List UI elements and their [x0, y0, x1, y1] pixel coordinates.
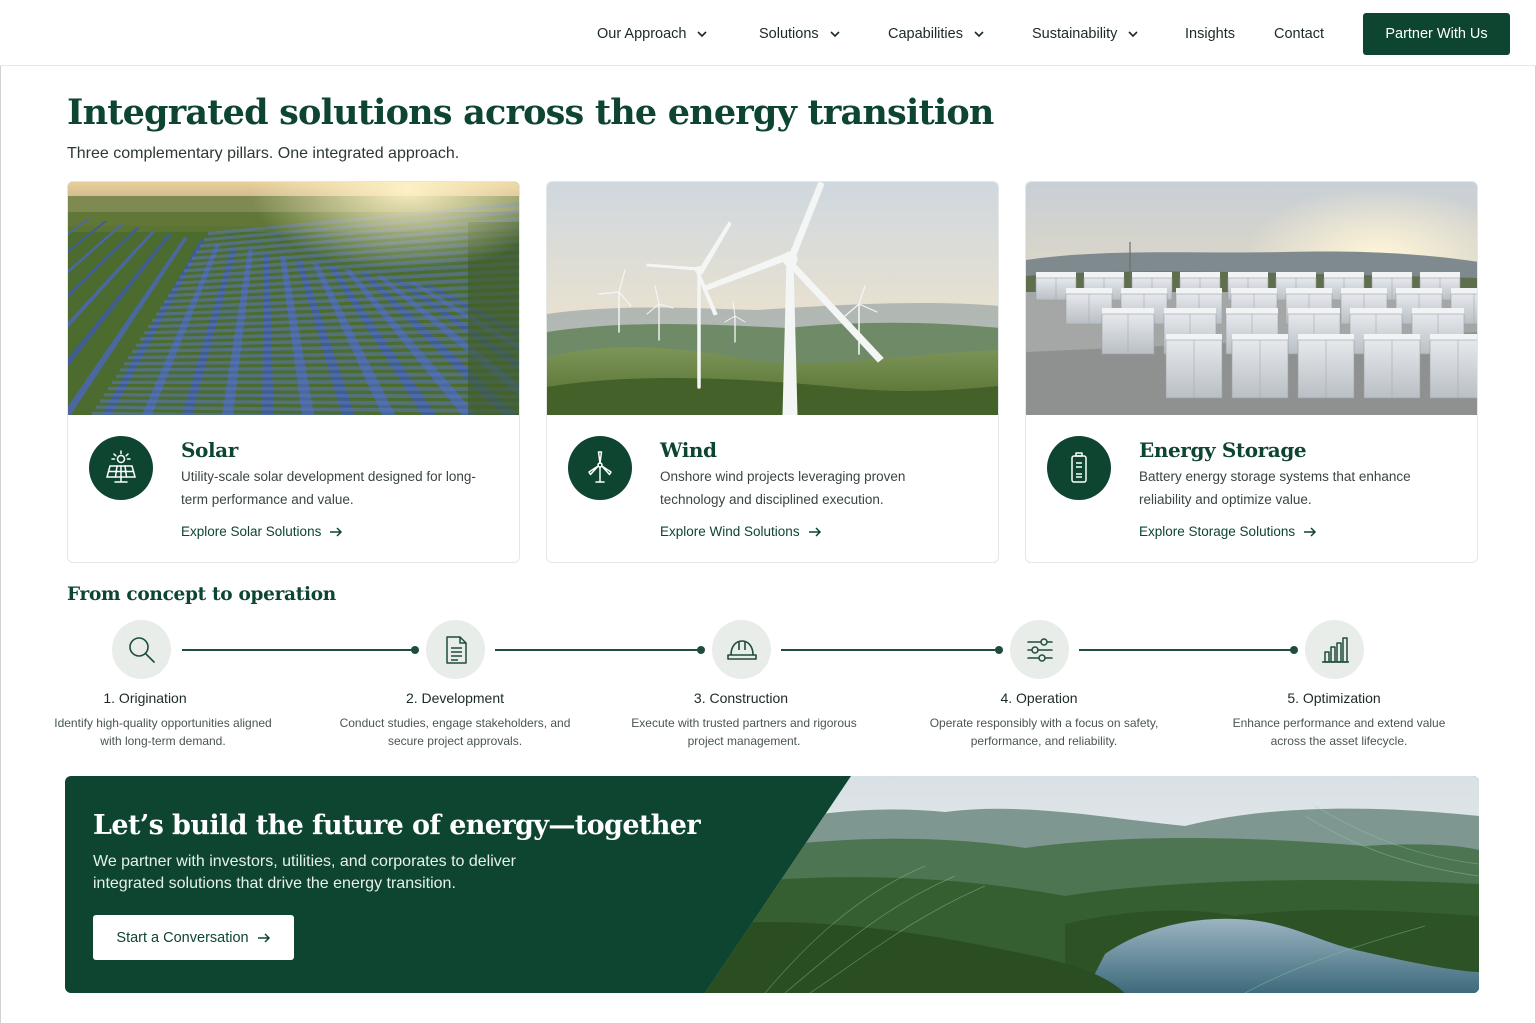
arrow-right-icon: [330, 526, 343, 537]
nav-label: Our Approach: [597, 26, 687, 42]
solar-icon-badge: [89, 436, 153, 500]
chevron-down-icon: [697, 31, 708, 38]
storage-icon-badge: [1047, 436, 1111, 500]
nav-label: Solutions: [759, 26, 819, 42]
sliders-icon: [1026, 637, 1053, 662]
arrow-right-icon: [1304, 526, 1317, 537]
process-connector: [182, 649, 414, 651]
solar-card: Solar Utility-scale solar development de…: [67, 181, 520, 563]
step-title: 5. Optimization: [1287, 690, 1381, 706]
partner-with-us-button[interactable]: Partner With Us: [1363, 13, 1510, 55]
step-description: Identify high-quality opportunities alig…: [54, 716, 272, 748]
process-connector-dot: [1290, 646, 1298, 654]
process-connector-dot: [411, 646, 419, 654]
nav-our-approach[interactable]: Our Approach: [597, 24, 708, 44]
page-subtitle: Three complementary pillars. One integra…: [67, 145, 460, 162]
top-navigation: Our Approach Solutions Capabilities Sust…: [0, 0, 1536, 66]
process-connector: [495, 649, 701, 651]
energy-storage-card: Energy Storage Battery energy storage sy…: [1025, 181, 1478, 563]
process-connector: [1079, 649, 1294, 651]
step-title: 3. Construction: [693, 690, 789, 706]
nav-insights[interactable]: Insights: [1185, 24, 1235, 44]
nav-label: Sustainability: [1032, 26, 1118, 42]
wind-farm-image: [547, 182, 998, 415]
step-title: 1. Origination: [103, 690, 187, 706]
process-connector: [781, 649, 999, 651]
step-description: Enhance performance and extend value acr…: [1232, 716, 1446, 748]
explore-wind-link[interactable]: Explore Wind Solutions: [660, 524, 822, 539]
chevron-down-icon: [830, 31, 840, 38]
solar-farm-image: [68, 182, 519, 415]
step-construction-badge: [712, 620, 771, 679]
banner-title: Let’s build the future of energy—togethe…: [93, 810, 701, 841]
link-label: Explore Solar Solutions: [181, 524, 322, 539]
document-icon: [445, 635, 467, 664]
explore-solar-link[interactable]: Explore Solar Solutions: [181, 524, 343, 539]
wind-turbine-icon: [588, 451, 612, 483]
step-optimization-badge: [1305, 620, 1364, 679]
step-operation-badge: [1010, 620, 1069, 679]
step-title: 4. Operation: [1000, 690, 1078, 706]
hard-hat-icon: [726, 639, 757, 660]
start-conversation-button[interactable]: Start a Conversation: [93, 915, 294, 960]
arrow-right-icon: [257, 932, 270, 943]
cta-banner: Let’s build the future of energy—togethe…: [65, 776, 1479, 993]
solar-panel-icon: [106, 450, 136, 483]
nav-label: Insights: [1185, 26, 1235, 42]
card-title: Solar: [181, 438, 238, 462]
card-description: Battery energy storage systems that enha…: [1139, 469, 1411, 507]
card-title: Wind: [660, 438, 717, 462]
process-title: From concept to operation: [67, 584, 336, 605]
wind-card: Wind Onshore wind projects leveraging pr…: [546, 181, 999, 563]
chevron-down-icon: [1128, 31, 1139, 38]
nav-capabilities[interactable]: Capabilities: [888, 24, 985, 44]
wind-icon-badge: [568, 436, 632, 500]
search-icon: [128, 636, 155, 663]
card-description: Utility-scale solar development designed…: [181, 469, 476, 507]
nav-sustainability[interactable]: Sustainability: [1032, 24, 1139, 44]
card-title: Energy Storage: [1139, 438, 1307, 462]
battery-icon: [1071, 452, 1087, 483]
button-label: Start a Conversation: [116, 929, 249, 946]
step-origination-badge: [112, 620, 171, 679]
link-label: Explore Wind Solutions: [660, 524, 800, 539]
card-description: Onshore wind projects leveraging proven …: [660, 469, 906, 507]
link-label: Explore Storage Solutions: [1139, 524, 1296, 539]
step-title: 2. Development: [405, 690, 505, 706]
nav-label: Capabilities: [888, 26, 963, 42]
step-description: Operate responsibly with a focus on safe…: [929, 716, 1159, 748]
explore-storage-link[interactable]: Explore Storage Solutions: [1139, 524, 1317, 539]
nav-label: Contact: [1274, 26, 1324, 42]
nav-contact[interactable]: Contact: [1274, 24, 1324, 44]
process-connector-dot: [995, 646, 1003, 654]
bar-chart-icon: [1321, 636, 1349, 663]
step-description: Execute with trusted partners and rigoro…: [631, 716, 857, 748]
nav-solutions[interactable]: Solutions: [759, 24, 841, 44]
step-description: Conduct studies, engage stakeholders, an…: [339, 716, 571, 748]
process-connector-dot: [697, 646, 705, 654]
page-title: Integrated solutions across the energy t…: [67, 92, 994, 133]
battery-storage-image: [1026, 182, 1477, 415]
chevron-down-icon: [974, 31, 984, 38]
banner-description: We partner with investors, utilities, an…: [93, 853, 517, 892]
step-development-badge: [426, 620, 485, 679]
arrow-right-icon: [808, 526, 821, 537]
